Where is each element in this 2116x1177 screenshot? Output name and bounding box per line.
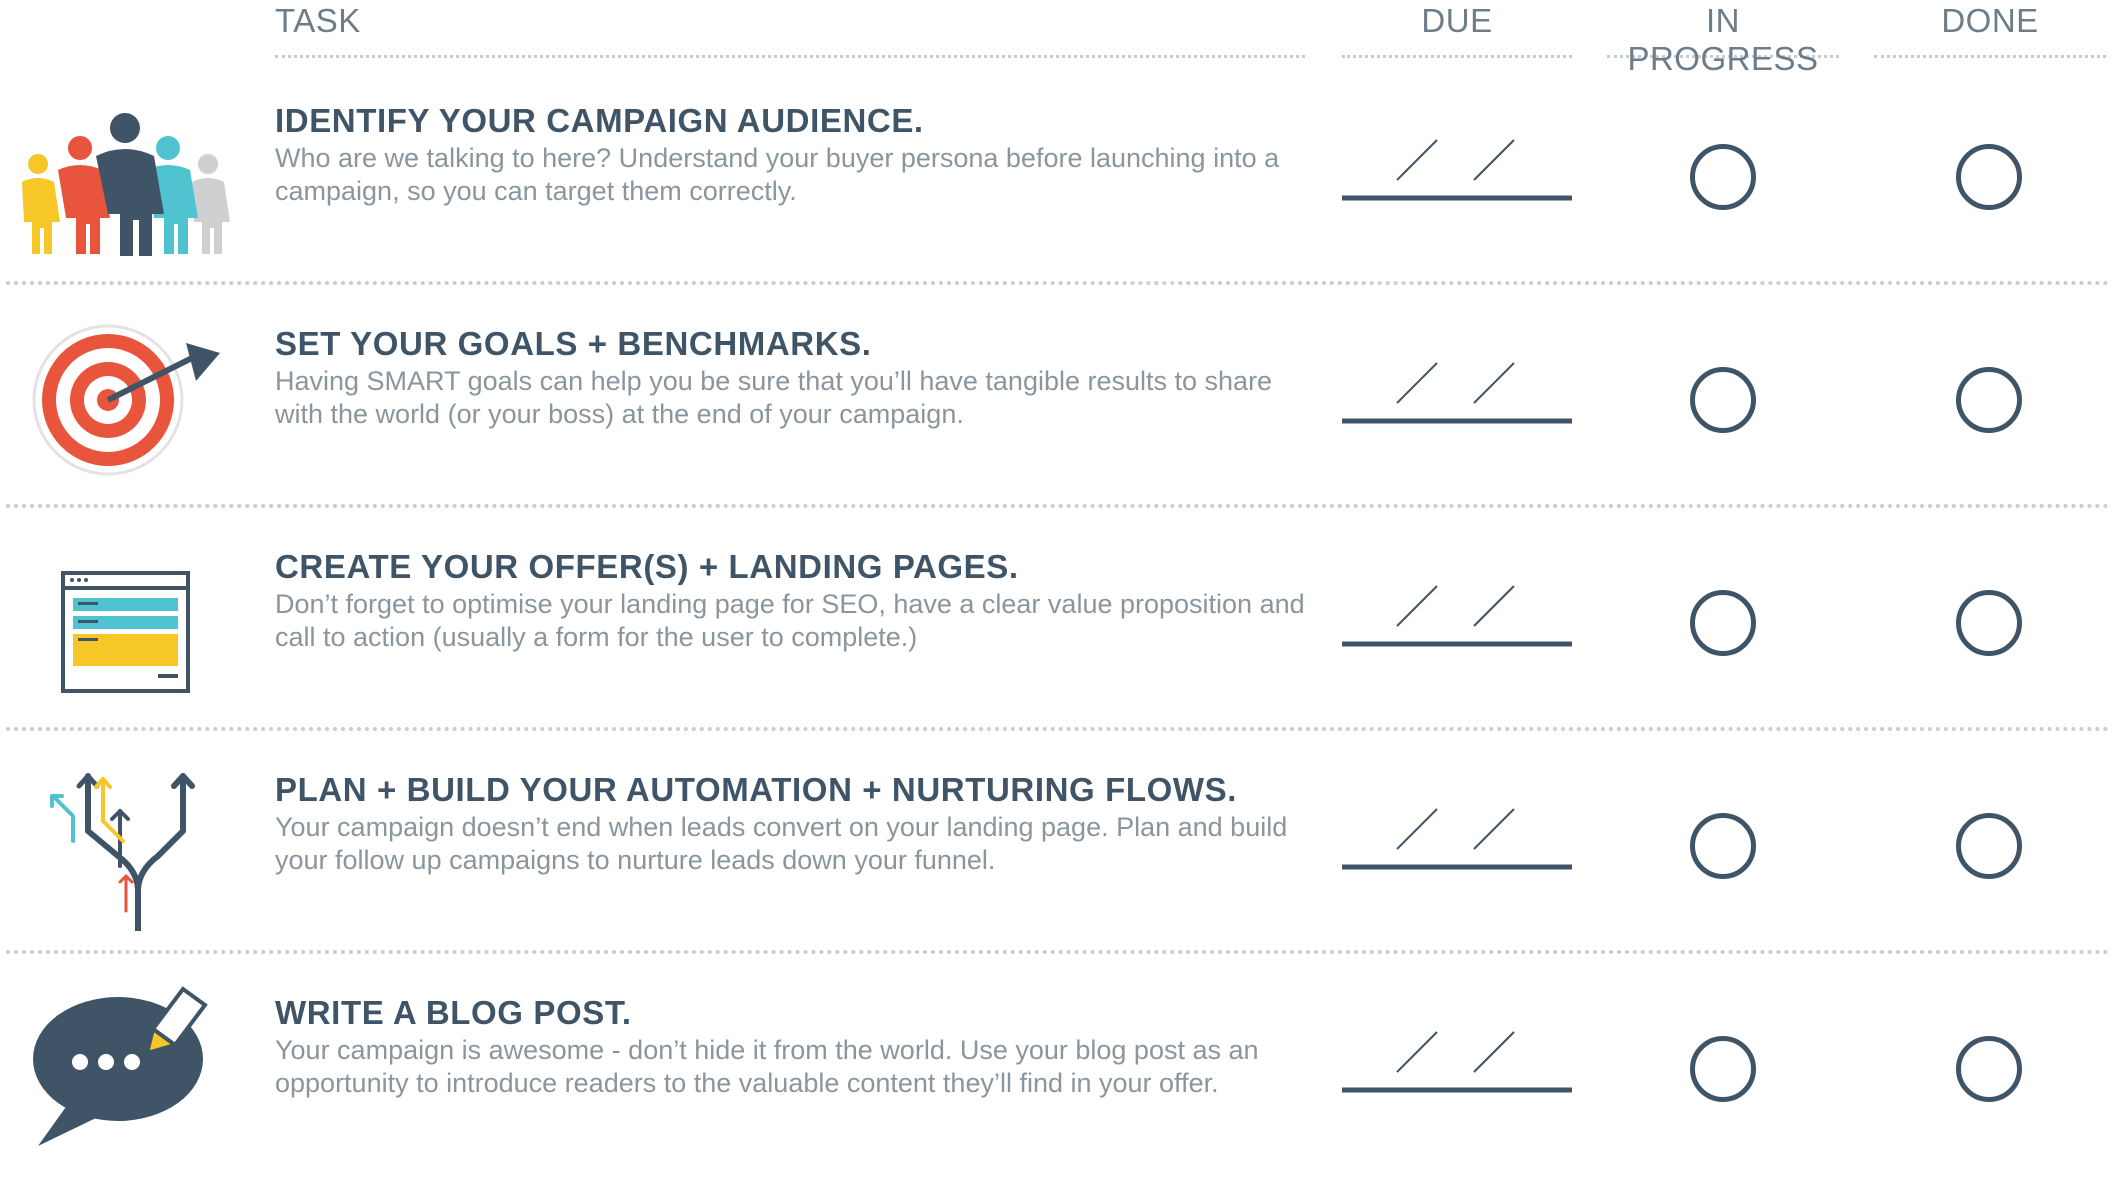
audience-people-icon	[8, 82, 238, 262]
done-checkbox[interactable]	[1956, 1036, 2022, 1102]
in-progress-checkbox[interactable]	[1690, 590, 1756, 656]
column-header-due-label: DUE	[1421, 2, 1493, 39]
target-icon	[8, 305, 238, 485]
due-date-field[interactable]	[1342, 132, 1572, 202]
in-progress-checkbox[interactable]	[1690, 813, 1756, 879]
branching-arrows-icon	[8, 751, 238, 931]
due-date-field[interactable]	[1342, 578, 1572, 648]
column-header-done: DONE	[1874, 2, 2106, 58]
task-title: IDENTIFY YOUR CAMPAIGN AUDIENCE.	[275, 102, 924, 139]
task-description: Your campaign doesn’t end when leads con…	[275, 812, 1288, 875]
done-checkbox[interactable]	[1956, 590, 2022, 656]
due-date-field[interactable]	[1342, 1024, 1572, 1094]
done-checkbox[interactable]	[1956, 144, 2022, 210]
task-description: Your campaign is awesome - don’t hide it…	[275, 1035, 1259, 1098]
task-description: Who are we talking to here? Understand y…	[275, 143, 1280, 206]
task-row: WRITE A BLOG POST. Your campaign is awes…	[0, 954, 2116, 1177]
in-progress-checkbox[interactable]	[1690, 144, 1756, 210]
task-description: Don’t forget to optimise your landing pa…	[275, 589, 1305, 652]
task-row: IDENTIFY YOUR CAMPAIGN AUDIENCE. Who are…	[0, 62, 2116, 285]
task-row: PLAN + BUILD YOUR AUTOMATION + NURTURING…	[0, 731, 2116, 954]
task-title: SET YOUR GOALS + BENCHMARKS.	[275, 325, 872, 362]
landing-page-icon	[8, 528, 238, 708]
speech-bubble-pen-icon	[8, 974, 238, 1154]
due-date-field[interactable]	[1342, 801, 1572, 871]
task-row: SET YOUR GOALS + BENCHMARKS. Having SMAR…	[0, 285, 2116, 508]
in-progress-checkbox[interactable]	[1690, 367, 1756, 433]
task-title: PLAN + BUILD YOUR AUTOMATION + NURTURING…	[275, 771, 1237, 808]
task-title: CREATE YOUR OFFER(S) + LANDING PAGES.	[275, 548, 1019, 585]
task-title: WRITE A BLOG POST.	[275, 994, 632, 1031]
in-progress-checkbox[interactable]	[1690, 1036, 1756, 1102]
column-header-task-label: TASK	[275, 2, 361, 39]
done-checkbox[interactable]	[1956, 367, 2022, 433]
due-date-field[interactable]	[1342, 355, 1572, 425]
column-header-done-label: DONE	[1941, 2, 2039, 39]
column-header-due: DUE	[1342, 2, 1572, 58]
task-description: Having SMART goals can help you be sure …	[275, 366, 1273, 429]
done-checkbox[interactable]	[1956, 813, 2022, 879]
task-row: CREATE YOUR OFFER(S) + LANDING PAGES. Do…	[0, 508, 2116, 731]
column-header-in-progress: IN PROGRESS	[1607, 2, 1839, 77]
column-header-task: TASK	[275, 2, 1305, 58]
